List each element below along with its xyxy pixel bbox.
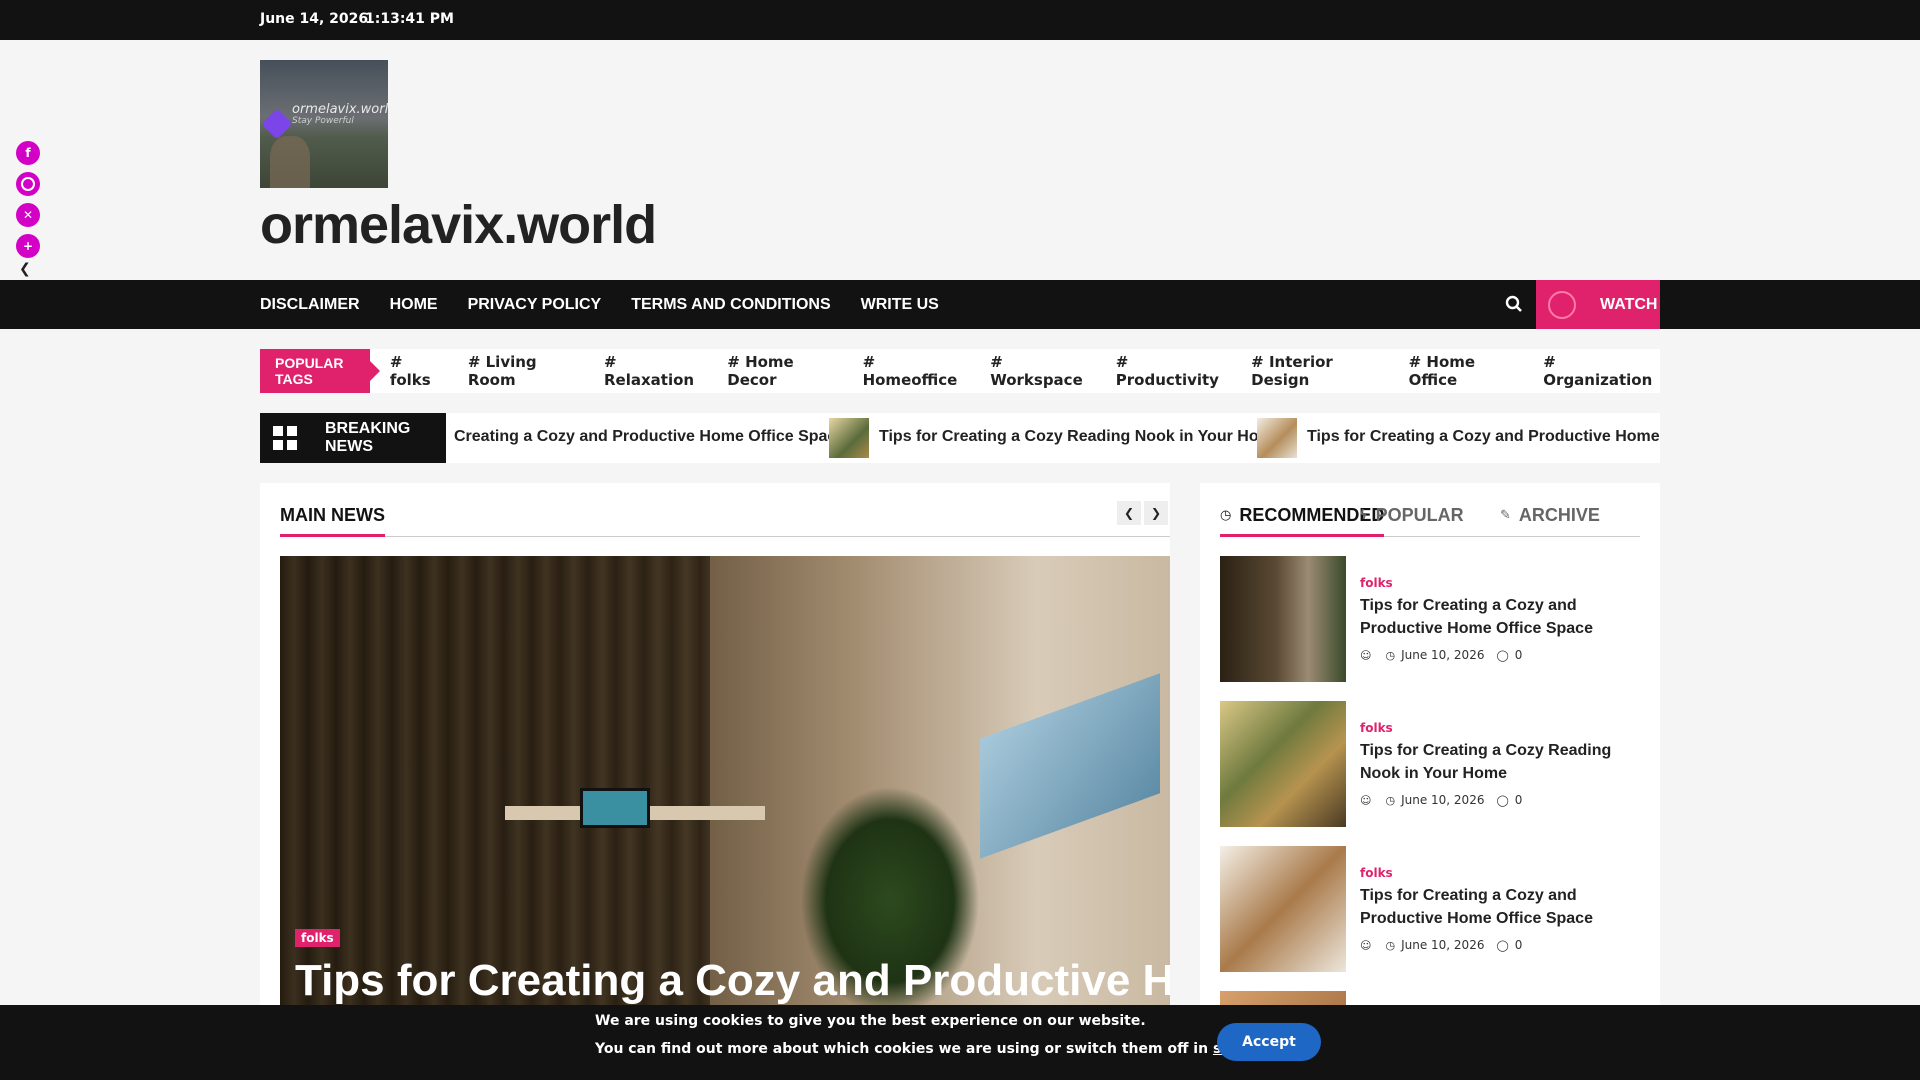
tag-link[interactable]: # Living Room — [468, 353, 580, 389]
watch-button[interactable]: WATCH — [1536, 280, 1660, 329]
list-item: folks Tips for Creating a Cozy and Produ… — [1220, 846, 1640, 972]
tag-link[interactable]: # Homeoffice — [863, 353, 967, 389]
post-meta: ☺ ◷ June 10, 2026 ◯ 0 — [1360, 648, 1522, 662]
sidebar-tabs: ◷ RECOMMENDED ϟ POPULAR ✎ ARCHIVE — [1220, 503, 1640, 537]
post-meta: ☺ ◷ June 10, 2026 ◯ 0 — [1360, 938, 1522, 952]
clock-icon: ◷ — [1220, 508, 1232, 523]
comment-icon: ◯ — [1496, 793, 1509, 807]
post-category[interactable]: folks — [1360, 576, 1393, 590]
nav-item-write-us[interactable]: WRITE US — [861, 296, 939, 314]
post-date[interactable]: June 10, 2026 — [1401, 793, 1484, 807]
watch-label: WATCH — [1600, 295, 1658, 313]
sidebar-tabs-section: ◷ RECOMMENDED ϟ POPULAR ✎ ARCHIVE folks … — [1200, 483, 1660, 1063]
list-item: folks Tips for Creating a Cozy Reading N… — [1220, 701, 1640, 827]
hero-title[interactable]: Tips for Creating a Cozy and Productive … — [295, 956, 1170, 1006]
author-icon[interactable]: ☺ — [1360, 939, 1371, 952]
site-logo[interactable]: ormelavix.world Stay Powerful — [260, 60, 388, 188]
x-icon[interactable]: ✕ — [16, 203, 40, 227]
clock-icon: ◷ — [1385, 648, 1396, 662]
tab-popular[interactable]: ϟ POPULAR — [1359, 505, 1464, 526]
main-news-section: MAIN NEWS ❮ ❯ folks Tips for Creating a … — [260, 483, 1170, 1063]
instagram-icon[interactable] — [16, 172, 40, 196]
nav-item-terms[interactable]: TERMS AND CONDITIONS — [631, 296, 830, 314]
post-category[interactable]: folks — [1360, 866, 1393, 880]
post-date[interactable]: June 10, 2026 — [1401, 938, 1484, 952]
tag-link[interactable]: # folks — [390, 353, 444, 389]
post-category[interactable]: folks — [1360, 721, 1393, 735]
cookie-settings-text: You can find out more about which cookie… — [595, 1041, 1283, 1057]
main-nav: DISCLAIMER HOME PRIVACY POLICY TERMS AND… — [0, 280, 1920, 329]
bolt-icon: ϟ — [1359, 508, 1368, 523]
facebook-icon[interactable]: f — [16, 141, 40, 165]
cookie-notice: We are using cookies to give you the bes… — [0, 1005, 1920, 1080]
post-comment-count[interactable]: 0 — [1515, 938, 1523, 952]
chevron-right-icon[interactable]: ❯ — [1144, 501, 1168, 525]
current-date: June 14, 2026 — [260, 11, 369, 27]
current-time: 1:13:41 PM — [365, 11, 454, 27]
post-title[interactable]: Tips for Creating a Cozy and Productive … — [1360, 884, 1640, 930]
breaking-news-ticker: BREAKING NEWS Creating a Cozy and Produc… — [260, 413, 1660, 463]
post-title[interactable]: Tips for Creating a Cozy and Productive … — [1360, 594, 1640, 640]
watch-icon — [1548, 290, 1576, 319]
search-icon[interactable] — [1505, 295, 1523, 313]
post-comment-count[interactable]: 0 — [1515, 793, 1523, 807]
tag-link[interactable]: # Workspace — [990, 353, 1092, 389]
post-date[interactable]: June 10, 2026 — [1401, 648, 1484, 662]
comment-icon: ◯ — [1496, 938, 1509, 952]
main-news-hero[interactable]: folks Tips for Creating a Cozy and Produ… — [280, 556, 1170, 1016]
logo-hex-icon — [261, 108, 293, 140]
share-plus-icon[interactable]: + — [16, 234, 40, 258]
nav-item-privacy-policy[interactable]: PRIVACY POLICY — [468, 296, 602, 314]
post-meta: ☺ ◷ June 10, 2026 ◯ 0 — [1360, 793, 1522, 807]
hide-share-icon[interactable]: ❮ — [19, 261, 42, 277]
hero-category-badge[interactable]: folks — [295, 929, 340, 947]
popular-tags-label: POPULAR TAGS — [260, 349, 380, 393]
cookie-message: We are using cookies to give you the bes… — [595, 1013, 1146, 1029]
site-title[interactable]: ormelavix.world — [260, 194, 657, 256]
clock-icon: ◷ — [1385, 793, 1396, 807]
author-icon[interactable]: ☺ — [1360, 649, 1371, 662]
tag-link[interactable]: # Home Decor — [727, 353, 838, 389]
chevron-left-icon[interactable]: ❮ — [1117, 501, 1141, 525]
top-bar: June 14, 2026 1:13:41 PM — [0, 0, 1920, 40]
logo-tagline: Stay Powerful — [292, 116, 354, 126]
popular-tags-bar: POPULAR TAGS # folks # Living Room # Rel… — [260, 349, 1660, 393]
ticker-item[interactable]: Tips for Creating a Cozy and Productive … — [1307, 428, 1660, 446]
tag-link[interactable]: # Interior Design — [1251, 353, 1384, 389]
author-icon[interactable]: ☺ — [1360, 794, 1371, 807]
tag-link[interactable]: # Relaxation — [604, 353, 703, 389]
tag-link[interactable]: # Productivity — [1116, 353, 1227, 389]
grid-icon — [273, 426, 297, 450]
post-thumbnail[interactable] — [1220, 701, 1346, 827]
post-comment-count[interactable]: 0 — [1515, 648, 1523, 662]
list-item: folks Tips for Creating a Cozy and Produ… — [1220, 556, 1640, 682]
main-news-header: MAIN NEWS — [280, 503, 1170, 537]
ticker-thumbnail[interactable] — [1257, 418, 1297, 458]
ticker-thumbnail[interactable] — [829, 418, 869, 458]
comment-icon: ◯ — [1496, 648, 1509, 662]
post-thumbnail[interactable] — [1220, 846, 1346, 972]
tag-link[interactable]: # Home Office — [1409, 353, 1520, 389]
breaking-news-label: BREAKING NEWS — [260, 413, 446, 463]
nav-item-home[interactable]: HOME — [390, 296, 438, 314]
nav-item-disclaimer[interactable]: DISCLAIMER — [260, 296, 360, 314]
tag-link[interactable]: # Organization — [1543, 353, 1660, 389]
flame-icon: ✎ — [1500, 508, 1511, 523]
ticker-track: Creating a Cozy and Productive Home Offi… — [446, 413, 1660, 463]
accept-cookies-button[interactable]: Accept — [1217, 1023, 1321, 1061]
post-title[interactable]: Tips for Creating a Cozy Reading Nook in… — [1360, 739, 1640, 785]
clock-icon: ◷ — [1385, 938, 1396, 952]
ticker-item[interactable]: Tips for Creating a Cozy Reading Nook in… — [879, 428, 1282, 446]
post-thumbnail[interactable] — [1220, 556, 1346, 682]
ticker-item[interactable]: Creating a Cozy and Productive Home Offi… — [454, 428, 845, 446]
tab-archive[interactable]: ✎ ARCHIVE — [1500, 505, 1600, 526]
social-share-bar: f ✕ + ❮ — [16, 141, 42, 277]
main-news-heading: MAIN NEWS — [280, 505, 385, 537]
logo-text: ormelavix.world — [292, 102, 388, 117]
